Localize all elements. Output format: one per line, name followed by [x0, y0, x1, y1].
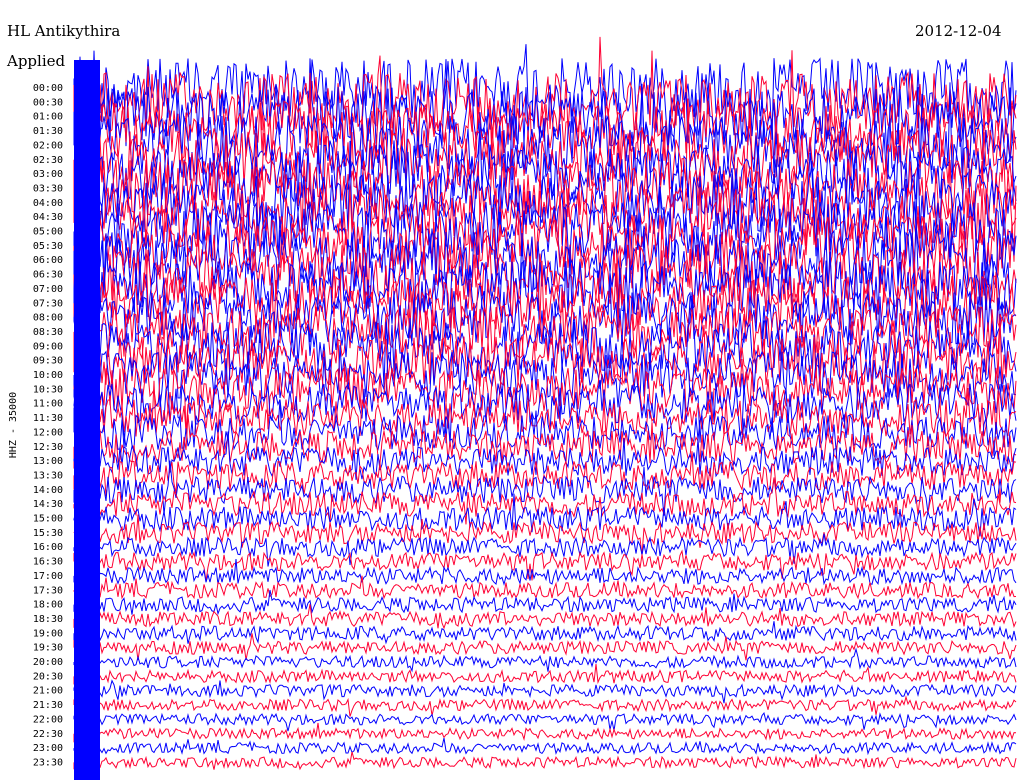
time-tick-label: 04:30: [33, 212, 63, 223]
trace-line: [73, 575, 1017, 602]
time-tick-label: 16:30: [33, 557, 63, 568]
seismogram-plot: 00:00 00:30 01:00 01:30 02:00 02:30 03:00 03:30…: [8, 36, 1017, 780]
time-tick-label: 23:30: [33, 757, 63, 768]
trace-line: [73, 737, 1017, 757]
trace-line: [73, 559, 1017, 588]
time-tick-label: 21:30: [33, 700, 63, 711]
time-tick-label: 00:30: [33, 97, 63, 108]
trace-line: [73, 663, 1017, 685]
time-tick-label: 07:30: [33, 298, 63, 309]
time-tick-label: 05:30: [33, 241, 63, 252]
time-tick-label: 19:00: [33, 628, 63, 639]
time-tick-label: 06:00: [33, 255, 63, 266]
time-tick-label: 16:00: [33, 542, 63, 553]
time-tick-label: 14:30: [33, 499, 63, 510]
time-tick-label: 03:00: [33, 169, 63, 180]
time-tick-label: 08:30: [33, 327, 63, 338]
time-tick-label: 06:30: [33, 270, 63, 281]
time-tick-label: 12:00: [33, 427, 63, 438]
time-tick-label: 15:30: [33, 528, 63, 539]
trace-line: [73, 722, 1017, 743]
time-axis-labels: 00:00 00:30 01:00 01:30 02:00 02:30 03:00 03:30…: [33, 83, 63, 768]
trace-line: [73, 679, 1017, 704]
time-tick-label: 20:30: [33, 671, 63, 682]
time-tick-label: 14:00: [33, 485, 63, 496]
event-burst: [74, 60, 100, 780]
time-tick-label: 12:30: [33, 442, 63, 453]
time-tick-label: 21:00: [33, 686, 63, 697]
time-tick-label: 17:00: [33, 571, 63, 582]
time-tick-label: 20:00: [33, 657, 63, 668]
time-tick-label: 19:30: [33, 643, 63, 654]
y-axis-label: HHZ - 35000: [8, 392, 19, 458]
time-tick-label: 08:00: [33, 313, 63, 324]
trace-line: [73, 633, 1017, 661]
trace-line: [73, 621, 1017, 645]
time-tick-label: 11:30: [33, 413, 63, 424]
time-tick-label: 04:00: [33, 198, 63, 209]
trace-line: [73, 695, 1017, 717]
trace-line: [73, 751, 1017, 772]
time-tick-label: 00:00: [33, 83, 63, 94]
time-tick-label: 02:30: [33, 155, 63, 166]
time-tick-label: 01:30: [33, 126, 63, 137]
trace-line: [73, 533, 1017, 567]
time-tick-label: 22:30: [33, 729, 63, 740]
time-tick-label: 17:30: [33, 585, 63, 596]
time-tick-label: 07:00: [33, 284, 63, 295]
time-tick-label: 05:00: [33, 227, 63, 238]
trace-line: [73, 709, 1017, 732]
time-tick-label: 01:00: [33, 112, 63, 123]
time-tick-label: 09:30: [33, 356, 63, 367]
time-tick-label: 22:00: [33, 714, 63, 725]
time-tick-label: 11:00: [33, 399, 63, 410]
time-tick-label: 18:30: [33, 614, 63, 625]
trace-lines: [73, 36, 1017, 780]
time-tick-label: 09:00: [33, 341, 63, 352]
time-tick-label: 03:30: [33, 183, 63, 194]
trace-line: [73, 589, 1017, 616]
time-tick-label: 15:00: [33, 514, 63, 525]
time-tick-label: 10:30: [33, 384, 63, 395]
trace-line: [73, 309, 1017, 400]
time-tick-label: 13:00: [33, 456, 63, 467]
time-tick-label: 02:00: [33, 140, 63, 151]
time-tick-label: 10:00: [33, 370, 63, 381]
time-tick-label: 18:00: [33, 600, 63, 611]
seismogram-page: HL Antikythira 2012-12-04 Applied 00:00 0…: [0, 0, 1024, 780]
time-tick-label: 23:00: [33, 743, 63, 754]
time-tick-label: 13:30: [33, 470, 63, 481]
